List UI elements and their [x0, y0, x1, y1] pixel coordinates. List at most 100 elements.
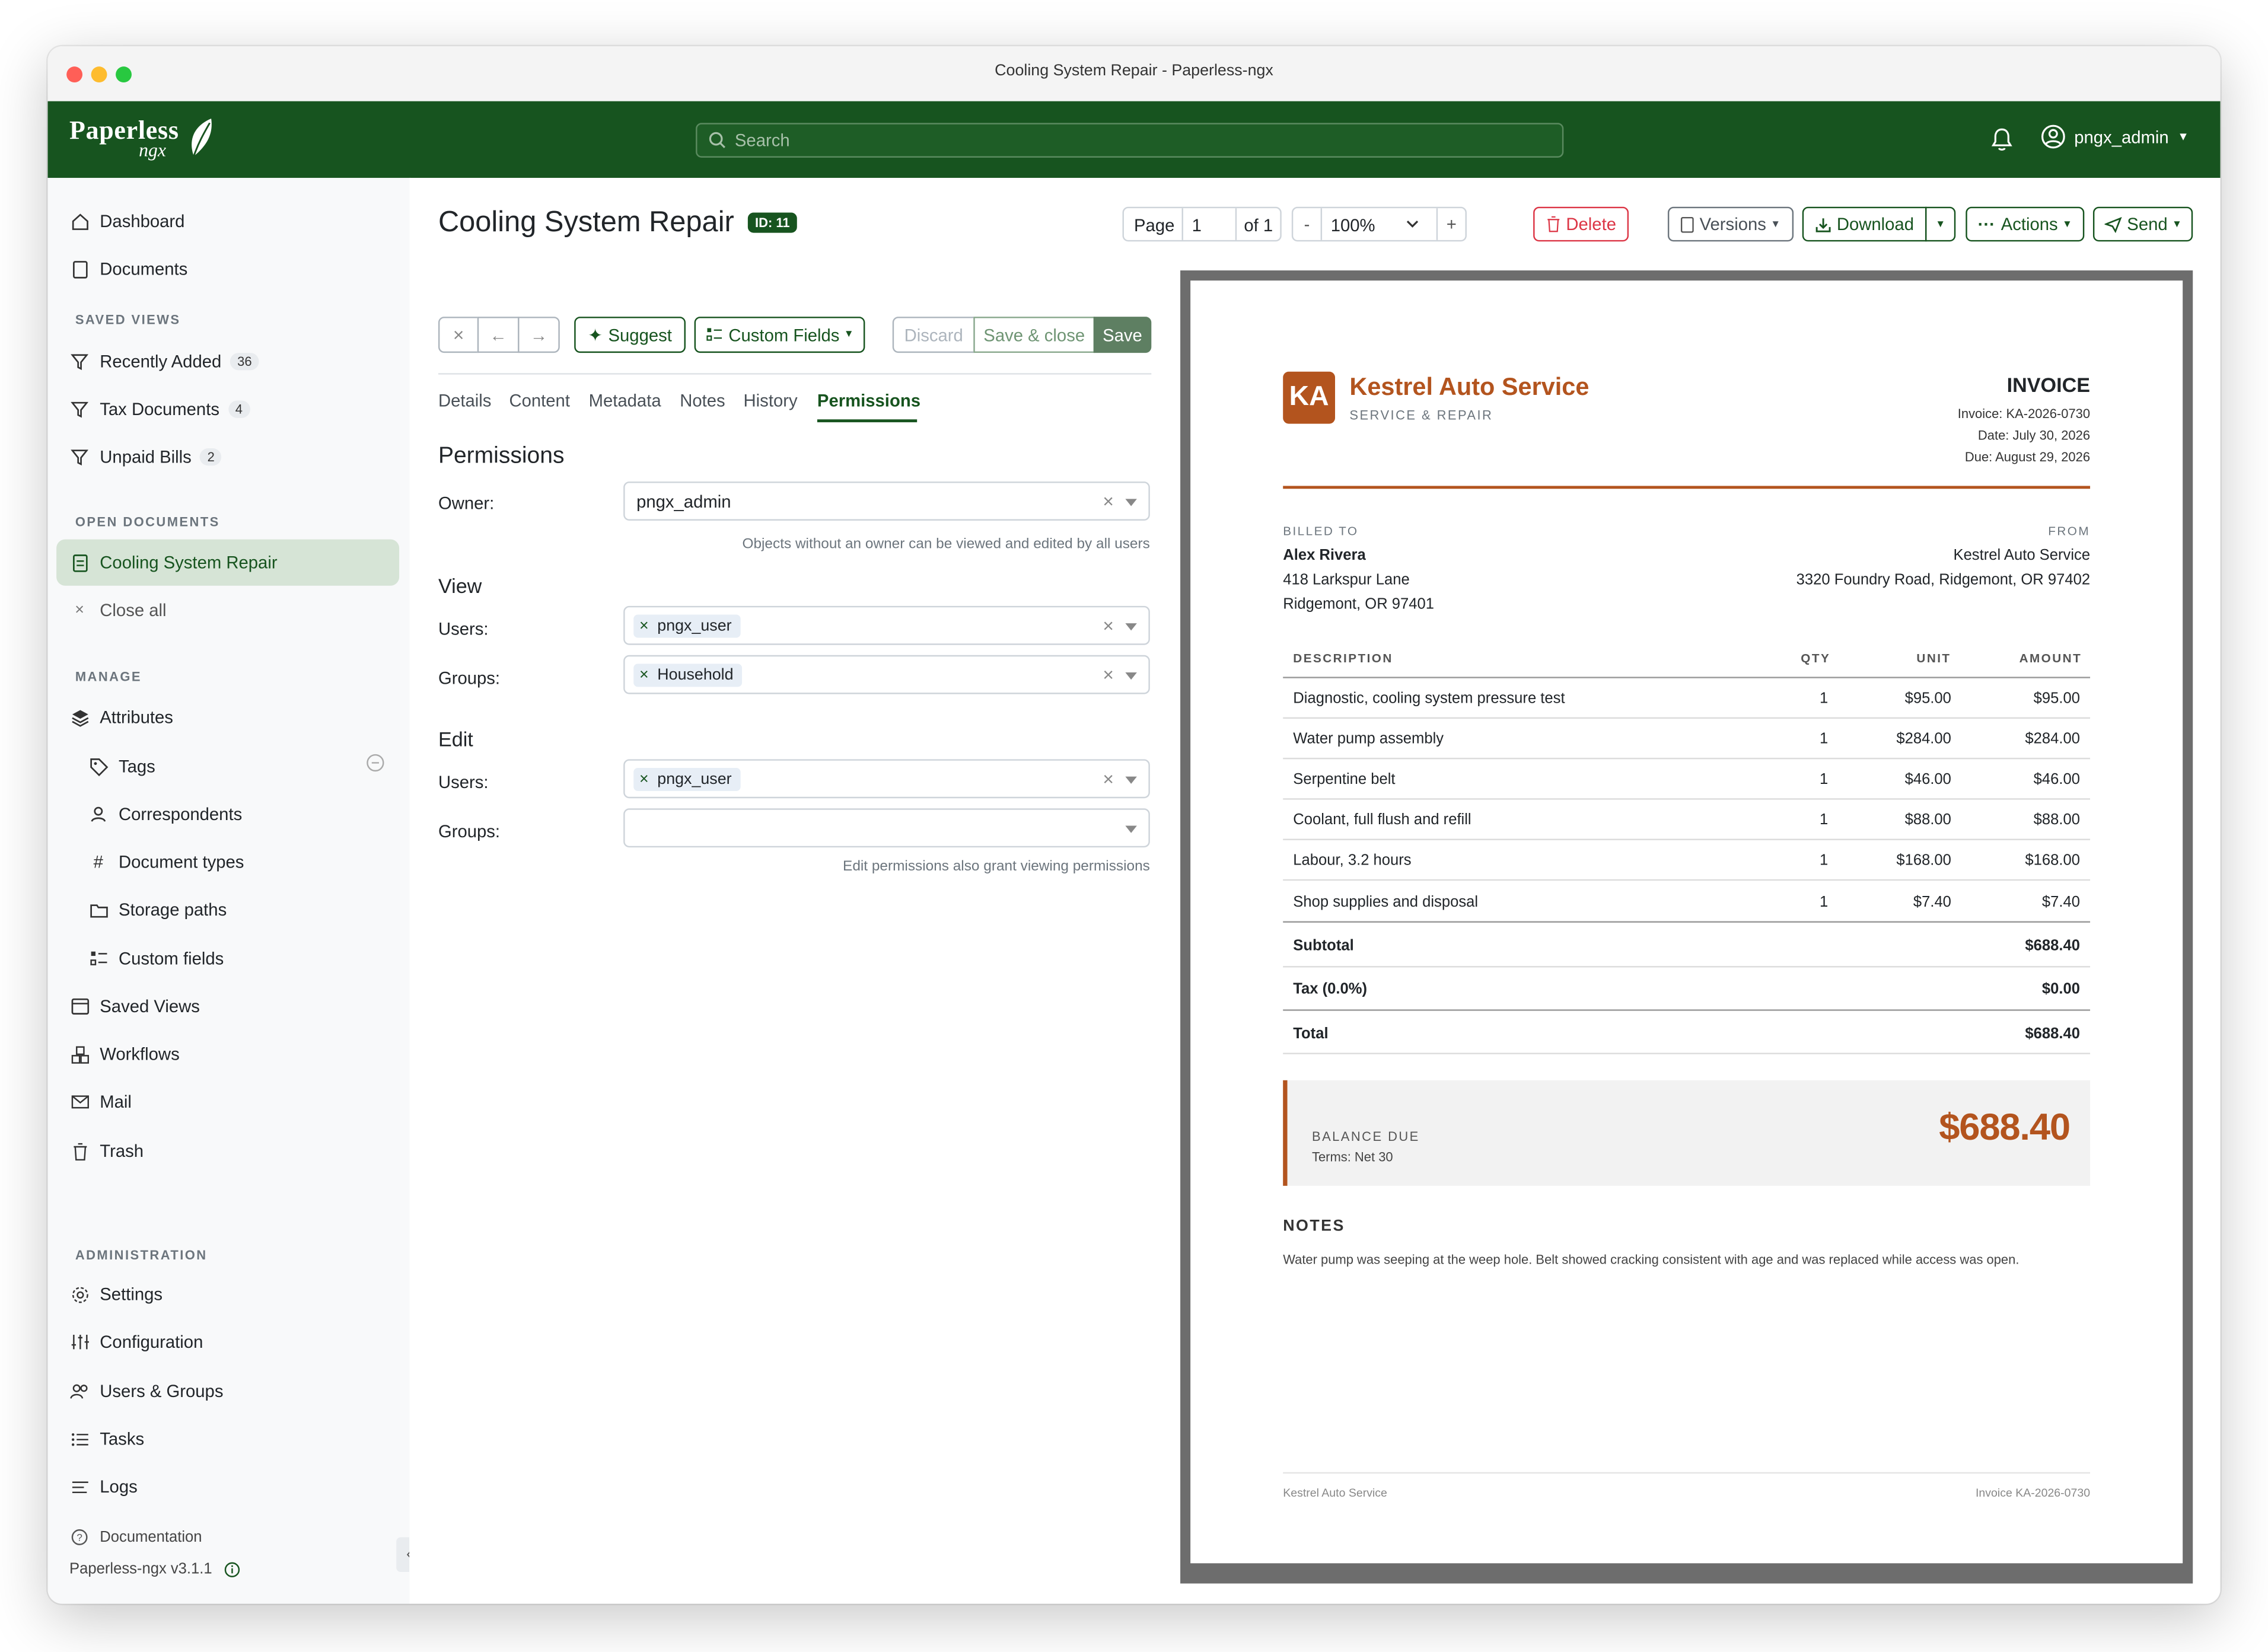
sidebar-item-tasks[interactable]: Tasks	[69, 1424, 144, 1453]
zoom-select[interactable]: 100%	[1331, 215, 1375, 235]
sidebar-item-attributes[interactable]: Attributes	[69, 703, 173, 732]
caret-down-icon	[1125, 825, 1137, 833]
delete-button[interactable]: Delete	[1533, 206, 1629, 242]
sidebar-item-logs[interactable]: Logs	[69, 1472, 138, 1501]
tab-permissions[interactable]: Permissions	[817, 390, 920, 410]
notes-text: Water pump was seeping at the weep hole.…	[1283, 1252, 2019, 1267]
clear-icon[interactable]: ×	[1103, 768, 1114, 790]
discard-button[interactable]: Discard	[892, 317, 975, 353]
arrow-left-icon: ←	[489, 324, 507, 345]
sidebar-item-documents[interactable]: Documents	[69, 254, 187, 283]
user-menu[interactable]: pngx_admin ▼	[2041, 125, 2189, 149]
view-groups-select[interactable]: × Household ×	[623, 655, 1150, 694]
title-bar: Cooling System Repair - Paperless-ngx	[47, 46, 2221, 103]
info-circle-icon[interactable]	[224, 1561, 240, 1577]
sidebar-item-correspondents[interactable]: Correspondents	[88, 800, 242, 829]
edit-users-select[interactable]: × pngx_user ×	[623, 759, 1150, 799]
tab-metadata[interactable]: Metadata	[589, 390, 661, 410]
invoice-company-tagline: SERVICE & REPAIR	[1349, 407, 1493, 423]
invoice-company-logo: KA	[1283, 371, 1336, 424]
sidebar-item-tags[interactable]: Tags	[88, 752, 155, 781]
close-all-link[interactable]: × Close all	[69, 596, 166, 625]
owner-label: Owner:	[438, 493, 495, 514]
documentation-link[interactable]: ? Documentation	[69, 1523, 202, 1552]
sidebar-item-saved-views[interactable]: Saved Views	[69, 992, 200, 1021]
send-icon	[2104, 216, 2122, 232]
sidebar-item-recently-added[interactable]: Recently Added 36	[69, 347, 259, 376]
footer-invoice-number: Invoice KA-2026-0730	[1975, 1487, 2091, 1500]
user-chip: × pngx_user	[633, 768, 741, 792]
save-close-button[interactable]: Save & close	[973, 317, 1095, 353]
item-qty: 1	[1820, 730, 1829, 748]
count-badge: 4	[228, 400, 250, 418]
bell-icon[interactable]	[1990, 127, 2014, 152]
item-description: Labour, 3.2 hours	[1293, 851, 1412, 869]
custom-fields-dropdown[interactable]: Custom Fields ▼	[694, 317, 865, 353]
sidebar-item-mail[interactable]: Mail	[69, 1087, 132, 1117]
tab-content[interactable]: Content	[509, 390, 570, 410]
billed-to-address-line2: Ridgemont, OR 97401	[1283, 595, 1435, 614]
balance-due-value: $688.40	[1939, 1105, 2070, 1149]
from-heading: FROM	[2048, 523, 2091, 538]
suggest-button[interactable]: ✦ Suggest	[574, 317, 686, 353]
svg-text:?: ?	[77, 1532, 82, 1543]
sidebar-item-custom-fields[interactable]: Custom fields	[88, 945, 224, 974]
payment-terms: Terms: Net 30	[1311, 1149, 1393, 1165]
caret-down-icon: ▼	[1770, 219, 1781, 229]
send-button[interactable]: Send ▼	[2092, 206, 2193, 242]
item-description: Diagnostic, cooling system pressure test	[1293, 690, 1565, 707]
main-content: Cooling System Repair ID: 11 Page 1 of 1…	[409, 177, 2221, 1604]
invoice-due-date: Due: August 29, 2026	[1964, 449, 2091, 464]
next-document-button[interactable]: →	[518, 317, 560, 353]
sidebar-item-settings[interactable]: Settings	[69, 1280, 163, 1309]
pdf-viewer[interactable]: KA Kestrel Auto Service SERVICE & REPAIR…	[1180, 270, 2193, 1584]
remove-chip-icon[interactable]: ×	[639, 666, 649, 684]
item-amount: $284.00	[2025, 730, 2080, 748]
sidebar-item-users-groups[interactable]: Users & Groups	[69, 1377, 223, 1406]
collapse-section-icon[interactable]	[366, 754, 385, 773]
sidebar-item-tax-documents[interactable]: Tax Documents 4	[69, 395, 250, 424]
open-document-item[interactable]: Cooling System Repair	[69, 548, 278, 577]
sidebar-item-configuration[interactable]: Configuration	[69, 1328, 203, 1357]
remove-chip-icon[interactable]: ×	[639, 771, 649, 788]
zoom-in-button[interactable]: +	[1436, 208, 1466, 240]
download-button[interactable]: Download	[1802, 206, 1927, 242]
search-input[interactable]: Search	[696, 123, 1564, 158]
caret-down-icon: ▼	[2062, 219, 2072, 229]
view-users-select[interactable]: × pngx_user ×	[623, 605, 1150, 645]
clear-icon[interactable]: ×	[1103, 490, 1114, 512]
suggest-label: Suggest	[608, 324, 672, 345]
pagination-control: Page 1 of 1	[1122, 206, 1282, 242]
sidebar-item-label: Tax Documents	[100, 399, 219, 420]
download-dropdown-toggle[interactable]: ▼	[1925, 206, 1956, 242]
remove-chip-icon[interactable]: ×	[639, 617, 649, 634]
tab-history[interactable]: History	[744, 390, 798, 410]
sidebar-item-trash[interactable]: Trash	[69, 1137, 144, 1166]
tab-notes[interactable]: Notes	[680, 390, 725, 410]
tag-icon	[88, 756, 109, 776]
close-document-button[interactable]: ×	[438, 317, 479, 353]
sidebar-item-storage-paths[interactable]: Storage paths	[88, 895, 227, 924]
zoom-out-button[interactable]: -	[1293, 208, 1323, 240]
sidebar-item-label: Dashboard	[100, 211, 185, 232]
tab-details[interactable]: Details	[438, 390, 491, 410]
versions-button[interactable]: Versions ▼	[1667, 206, 1794, 242]
page-label: Page	[1134, 215, 1175, 236]
sidebar-item-dashboard[interactable]: Dashboard	[69, 207, 184, 236]
envelope-icon	[69, 1092, 90, 1112]
sidebar-item-unpaid-bills[interactable]: Unpaid Bills 2	[69, 442, 222, 471]
sidebar-item-label: Workflows	[100, 1044, 180, 1064]
actions-button[interactable]: ··· Actions ▼	[1966, 206, 2085, 242]
search-icon	[709, 132, 725, 148]
previous-document-button[interactable]: ←	[477, 317, 520, 353]
row-divider	[1283, 717, 2091, 719]
sidebar-item-document-types[interactable]: # Document types	[88, 847, 244, 876]
clear-icon[interactable]: ×	[1103, 664, 1114, 685]
sidebar-item-workflows[interactable]: Workflows	[69, 1039, 180, 1069]
edit-groups-select[interactable]	[623, 808, 1150, 848]
clear-icon[interactable]: ×	[1103, 614, 1114, 636]
chevron-down-icon	[1406, 221, 1419, 228]
save-button[interactable]: Save	[1093, 317, 1152, 353]
page-number-input[interactable]: 1	[1181, 208, 1237, 240]
owner-select[interactable]: pngx_admin ×	[623, 481, 1150, 521]
